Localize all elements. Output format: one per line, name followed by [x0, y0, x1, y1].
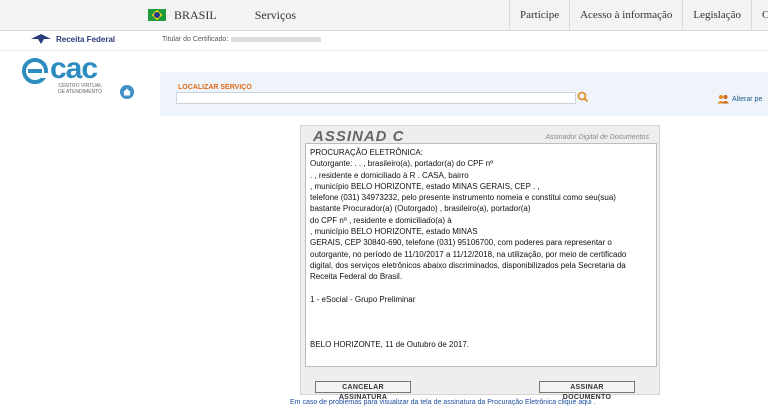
document-service-item: 1 - eSocial - Grupo Preliminar: [310, 294, 416, 304]
document-line: , município BELO HORIZONTE, estado MINAS…: [310, 181, 540, 191]
assinador-subtitle: Assinador Digital de Documentos: [545, 134, 650, 141]
header-divider: [0, 50, 768, 51]
document-line: GERAIS, CEP 30840-690, telefone (031) 95…: [310, 238, 612, 248]
brasil-link[interactable]: BRASIL: [174, 8, 217, 23]
search-bar-area: LOCALIZAR SERVIÇO Alterar pe: [160, 72, 768, 116]
cancel-signature-button[interactable]: CANCELAR ASSINATURA: [315, 381, 411, 401]
users-icon: [717, 94, 729, 104]
document-spacer: [310, 283, 652, 294]
document-line: bastante Procurador(a) (Outorgado) , bra…: [310, 204, 531, 214]
assinador-panel: ASSINAD C Assinador Digital de Documento…: [300, 125, 660, 401]
alterar-perfil-label: Alterar pe: [732, 95, 763, 103]
gov-top-bar: BRASIL Serviços Participe Acesso à infor…: [0, 0, 768, 31]
receita-federal-logo[interactable]: Receita Federal: [30, 33, 115, 45]
document-closing: BELO HORIZONTE, 11 de Outubro de 2017.: [310, 339, 470, 349]
home-icon[interactable]: [120, 85, 134, 99]
document-line: . , residente e domiciliado à R . CASA, …: [310, 170, 469, 180]
localizar-servico-label: LOCALIZAR SERVIÇO: [178, 84, 252, 91]
alterar-perfil-link[interactable]: Alterar pe: [717, 94, 762, 104]
document-line: telefone (031) 34973232, pelo presente i…: [310, 193, 616, 203]
document-heading: PROCURAÇÃO ELETRÔNICA:: [310, 148, 423, 157]
search-input[interactable]: [176, 92, 576, 104]
receita-federal-name: Receita Federal: [56, 34, 116, 44]
receita-federal-emblem-icon: [30, 33, 52, 45]
document-line: Receita Federal do Brasil.: [310, 272, 403, 282]
procuracao-document[interactable]: PROCURAÇÃO ELETRÔNICA: Outorgante: . . ,…: [305, 143, 657, 367]
ecac-logo-text: cac: [50, 52, 98, 85]
document-line: , município BELO HORIZONTE, estado MINAS: [310, 227, 478, 237]
brazil-flag-icon: [148, 9, 166, 21]
sign-document-button[interactable]: ASSINAR DOCUMENTO: [539, 381, 635, 401]
titular-label: Titular do Certificado:: [162, 36, 229, 43]
titular-certificado: Titular do Certificado:: [162, 36, 322, 43]
servicos-link[interactable]: Serviços: [255, 8, 296, 23]
footer-help-link[interactable]: Em caso de problemas para visualizar da …: [290, 399, 595, 406]
acesso-informacao-link[interactable]: Acesso à informação: [569, 0, 682, 30]
ecac-e-icon: [22, 58, 48, 84]
document-line: do CPF nº , residente e domiciliado(a) à: [310, 215, 452, 225]
gov-right-links: Participe Acesso à informação Legislação…: [509, 0, 768, 30]
document-spacer: [310, 305, 652, 339]
document-line: digital, dos serviços eletrônicos abaixo…: [310, 260, 626, 270]
participe-link[interactable]: Participe: [509, 0, 569, 30]
legislacao-link[interactable]: Legislação: [682, 0, 751, 30]
ecac-subtitle: CENTRO VIRTUAL DE ATENDIMENTO: [58, 83, 102, 95]
search-icon[interactable]: [576, 90, 590, 104]
document-line: outorgante, no período de 11/10/2017 a 1…: [310, 249, 627, 259]
document-line: Outorgante: . . , brasileiro(a), portado…: [310, 159, 493, 169]
gov-left-group: BRASIL Serviços: [148, 0, 296, 30]
titular-value-redacted: [231, 36, 322, 42]
canais-link[interactable]: Can: [751, 0, 768, 30]
